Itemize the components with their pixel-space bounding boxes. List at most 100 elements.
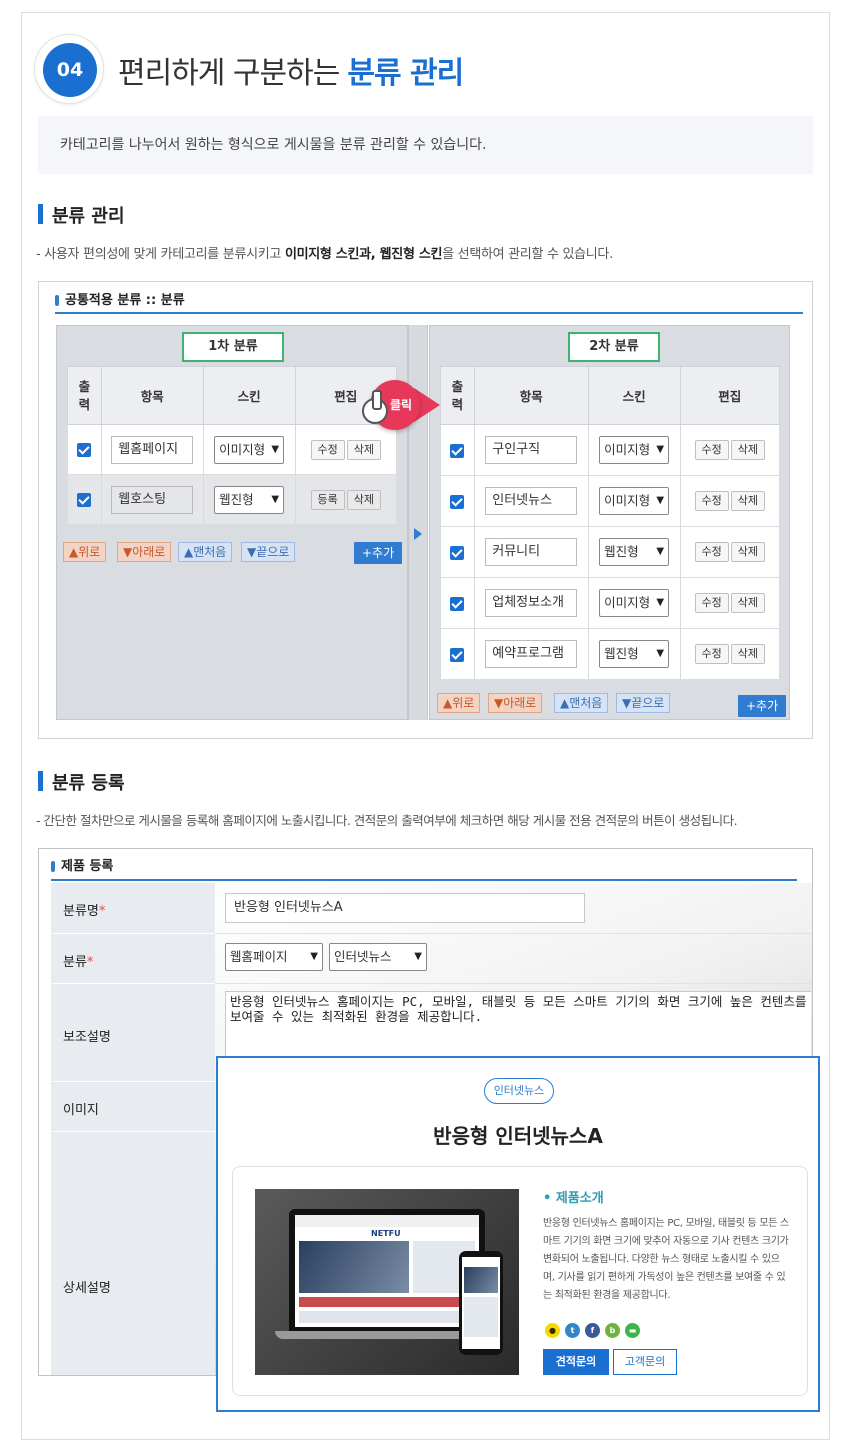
- chevron-down-icon: ▼: [656, 495, 665, 506]
- col-output: 출력: [440, 366, 475, 425]
- category-name-input[interactable]: 반응형 인터넷뉴스A: [225, 893, 585, 923]
- skin-select[interactable]: 웹진형 ▼: [599, 538, 670, 566]
- edit-button[interactable]: 수정: [694, 542, 729, 562]
- kakaostory-icon[interactable]: b: [605, 1323, 620, 1338]
- delete-button[interactable]: 삭제: [346, 489, 381, 510]
- arrow-right-icon: [414, 528, 422, 540]
- table-row: 웹호스팅 웹진형 ▼ 등록 삭제: [67, 474, 398, 525]
- support-button[interactable]: 고객문의: [613, 1349, 677, 1375]
- chevron-down-icon: ▼: [271, 493, 280, 505]
- primary-category-tag: 1차 분류: [182, 332, 284, 362]
- table-row: 인터넷뉴스 이미지형 ▼ 수정 삭제: [440, 475, 780, 527]
- item-input[interactable]: 인터넷뉴스: [485, 487, 578, 515]
- edit-button[interactable]: 수정: [694, 440, 729, 460]
- facebook-icon[interactable]: f: [585, 1323, 600, 1338]
- site-logo: NETFU: [371, 1229, 401, 1238]
- item-input[interactable]: 웹홈페이지: [111, 435, 194, 464]
- register-button[interactable]: 등록: [310, 489, 345, 510]
- label-detail: 상세설명: [63, 1281, 111, 1296]
- move-up-button[interactable]: ▲위로: [63, 542, 107, 562]
- output-checkbox[interactable]: [450, 647, 465, 662]
- phone-mockup: [459, 1251, 503, 1355]
- chevron-down-icon: ▼: [271, 443, 280, 455]
- product-intro-text: 반응형 인터넷뉴스 홈페이지는 PC, 모바일, 태블릿 등 모든 스마트 기기…: [543, 1218, 789, 1301]
- delete-button[interactable]: 삭제: [730, 491, 765, 511]
- output-checkbox[interactable]: [77, 493, 92, 508]
- category-box-header: 공통적용 분류 :: 분류: [55, 292, 803, 314]
- output-checkbox[interactable]: [450, 443, 465, 458]
- estimate-button[interactable]: 견적문의: [543, 1349, 609, 1375]
- table-row: 커뮤니티 웹진형 ▼ 수정 삭제: [440, 526, 780, 578]
- output-checkbox[interactable]: [450, 596, 465, 611]
- output-checkbox[interactable]: [450, 545, 465, 560]
- delete-button[interactable]: 삭제: [730, 593, 765, 613]
- click-label: 클릭: [390, 398, 413, 412]
- table-row: 예약프로그램 웹진형 ▼ 수정 삭제: [440, 628, 780, 680]
- move-last-button[interactable]: ▼끝으로: [241, 542, 296, 562]
- delete-button[interactable]: 삭제: [730, 542, 765, 562]
- product-intro-heading: • 제품소개: [543, 1191, 604, 1206]
- delete-button[interactable]: 삭제: [730, 644, 765, 664]
- add-button[interactable]: +추가: [738, 695, 787, 717]
- click-indicator: 클릭: [362, 380, 440, 432]
- intro-text: 카테고리를 나누어서 원하는 형식으로 게시물을 분류 관리할 수 있습니다.: [38, 116, 813, 174]
- edit-button[interactable]: 수정: [694, 593, 729, 613]
- edit-button[interactable]: 수정: [310, 439, 345, 460]
- edit-button[interactable]: 수정: [694, 491, 729, 511]
- chevron-down-icon: ▼: [656, 546, 665, 557]
- table-row: 업체정보소개 이미지형 ▼ 수정 삭제: [440, 577, 780, 629]
- secondary-category-table: 출력 항목 스킨 편집 구인구직 이미지형 ▼ 수정 삭제 인터넷뉴스 이미지형 ▼ …: [440, 366, 780, 680]
- label-column: 분류명* 분류* 보조설명 이미지 상세설명: [51, 883, 215, 1375]
- skin-select[interactable]: 이미지형 ▼: [599, 436, 670, 464]
- delete-button[interactable]: 삭제: [730, 440, 765, 460]
- skin-select[interactable]: 이미지형 ▼: [214, 435, 285, 464]
- label-sub-desc: 보조설명: [63, 1030, 111, 1045]
- col-skin: 스킨: [587, 366, 681, 425]
- section-number-badge: 04: [34, 34, 104, 104]
- col-skin: 스킨: [202, 366, 296, 425]
- label-image: 이미지: [63, 1103, 99, 1118]
- table-row: 웹홈페이지 이미지형 ▼ 수정 삭제: [67, 424, 398, 475]
- section-desc-register: - 간단한 절차만으로 게시물을 등록해 홈페이지에 노출시킵니다. 견적문의 …: [36, 813, 738, 828]
- item-input[interactable]: 업체정보소개: [485, 589, 578, 617]
- add-button[interactable]: +추가: [354, 542, 403, 564]
- sub-desc-textarea[interactable]: 반응형 인터넷뉴스 홈페이지는 PC, 모바일, 태블릿 등 모든 스마트 기기…: [225, 991, 811, 1061]
- chevron-down-icon: ▼: [656, 444, 665, 455]
- output-checkbox[interactable]: [77, 443, 92, 458]
- category-badge: 인터넷뉴스: [484, 1078, 554, 1104]
- secondary-category-tag: 2차 분류: [568, 332, 660, 362]
- preview-content: NETFU • 제품소개 반응형 인터넷뉴스 홈페이지는 PC, 모바일, 태블…: [232, 1166, 808, 1396]
- skin-select[interactable]: 이미지형 ▼: [599, 487, 670, 515]
- skin-select[interactable]: 웹진형 ▼: [214, 485, 285, 514]
- move-last-button[interactable]: ▼끝으로: [616, 693, 671, 713]
- category-select-primary[interactable]: 웹홈페이지 ▼: [225, 943, 323, 971]
- category-select-secondary[interactable]: 인터넷뉴스 ▼: [329, 943, 427, 971]
- item-input[interactable]: 구인구직: [485, 436, 578, 464]
- table-header-row: 출력 항목 스킨 편집: [67, 366, 398, 425]
- chevron-down-icon: ▼: [310, 951, 318, 962]
- skin-select[interactable]: 웹진형 ▼: [599, 640, 670, 668]
- item-input[interactable]: 예약프로그램: [485, 640, 578, 668]
- edit-button[interactable]: 수정: [694, 644, 729, 664]
- table-header-row: 출력 항목 스킨 편집: [440, 366, 780, 425]
- delete-button[interactable]: 삭제: [346, 439, 381, 460]
- move-up-button[interactable]: ▲위로: [437, 693, 481, 713]
- move-first-button[interactable]: ▲맨처음: [178, 542, 233, 562]
- item-input[interactable]: 커뮤니티: [485, 538, 578, 566]
- section-title-category: 분류 관리: [38, 202, 125, 228]
- move-down-button[interactable]: ▼아래로: [488, 693, 543, 713]
- product-box-header: 제품 등록: [51, 857, 797, 881]
- move-down-button[interactable]: ▼아래로: [117, 542, 172, 562]
- item-input[interactable]: 웹호스팅: [111, 485, 194, 514]
- move-first-button[interactable]: ▲맨처음: [554, 693, 609, 713]
- col-output: 출력: [67, 366, 102, 425]
- output-checkbox[interactable]: [450, 494, 465, 509]
- line-icon[interactable]: ▬: [625, 1323, 640, 1338]
- chevron-down-icon: ▼: [656, 648, 665, 659]
- kakaotalk-icon[interactable]: ●: [545, 1323, 560, 1338]
- skin-select[interactable]: 이미지형 ▼: [599, 589, 670, 617]
- chevron-down-icon: ▼: [656, 597, 665, 608]
- preview-title: 반응형 인터넷뉴스A: [433, 1124, 603, 1148]
- twitter-icon[interactable]: t: [565, 1323, 580, 1338]
- category-manager: 공통적용 분류 :: 분류 1차 분류 출력 항목 스킨 편집 웹홈페이지 이미…: [38, 281, 813, 739]
